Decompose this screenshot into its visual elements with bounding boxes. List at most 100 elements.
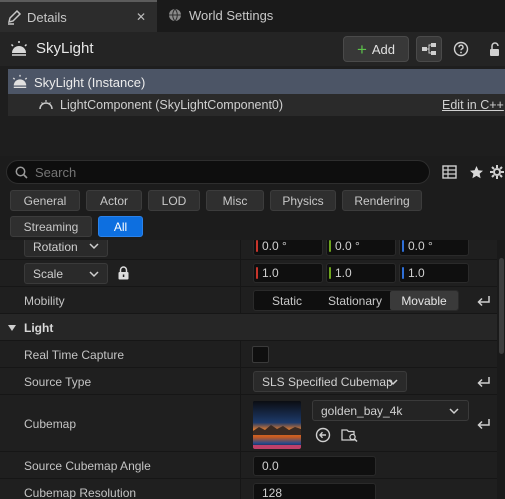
source-type-value: SLS Specified Cubemap [262,374,393,389]
scale-z-field[interactable]: 1.0 [399,263,469,283]
scale-x-field[interactable]: 1.0 [253,263,323,283]
filter-physics[interactable]: Physics [270,190,336,211]
column-divider [240,341,241,367]
search-icon [15,166,28,179]
tab-world-settings[interactable]: World Settings [160,0,290,32]
tree-item-skylight-instance[interactable]: SkyLight (Instance) [8,69,505,94]
use-selected-asset-icon[interactable] [315,427,331,443]
star-icon [469,165,483,178]
column-divider [240,260,241,286]
rotation-y-field[interactable]: 0.0 ° [326,240,396,256]
mobility-movable[interactable]: Movable [390,291,458,310]
filter-lod[interactable]: LOD [148,190,200,211]
source-cubemap-angle-field[interactable]: 0.0 [253,456,376,476]
lock-scale-icon[interactable] [117,266,130,280]
blueprint-button[interactable] [416,36,442,62]
rotation-x-field[interactable]: 0.0 ° [253,240,323,256]
collapse-arrow-icon [7,324,17,332]
tab-details-label: Details [27,10,67,25]
source-cubemap-angle-label: Source Cubemap Angle [24,459,151,473]
cubemap-asset-dropdown[interactable]: golden_bay_4k [312,400,469,421]
column-divider [240,368,241,394]
cubemap-resolution-label: Cubemap Resolution [24,486,137,499]
source-type-dropdown[interactable]: SLS Specified Cubemap [253,371,407,392]
plus-icon: + [356,39,367,59]
close-tab-icon[interactable]: ✕ [136,10,146,24]
add-component-button[interactable]: + Add [343,36,409,62]
real-time-capture-label: Real Time Capture [24,348,125,362]
filter-rendering[interactable]: Rendering [342,190,422,211]
mobility-static[interactable]: Static [254,291,320,310]
light-section-header[interactable]: Light [0,314,497,341]
table-icon [441,165,457,179]
category-filters: General Actor LOD Misc Physics Rendering… [0,188,505,240]
mobility-label: Mobility [24,294,65,308]
scrollbar-thumb[interactable] [499,258,504,354]
tree-item-light-component[interactable]: LightComponent (SkyLightComponent0) Edit… [8,94,505,116]
cubemap-resolution-field[interactable]: 128 [253,483,376,499]
filter-general[interactable]: General [10,190,80,211]
source-cubemap-angle-row: Source Cubemap Angle 0.0 [0,452,497,479]
edit-in-cpp-link[interactable]: Edit in C++ [442,98,504,112]
column-divider [240,479,241,499]
scale-x-value: 1.0 [262,266,279,280]
cubemap-row: Cubemap golden_bay_4k [0,395,497,452]
cubemap-asset-name: golden_bay_4k [321,403,403,418]
help-button[interactable] [448,36,474,62]
x-axis-marker [256,267,258,279]
rotation-mode-dropdown[interactable]: Rotation [24,240,108,257]
cubemap-label: Cubemap [24,417,77,431]
mobility-stationary[interactable]: Stationary [320,291,390,310]
filter-label: Rendering [354,193,410,208]
filter-all[interactable]: All [98,216,143,237]
filter-actor[interactable]: Actor [86,190,142,211]
search-field[interactable] [6,160,430,184]
actor-title: SkyLight [36,40,94,57]
scale-label: Scale [33,266,64,281]
y-axis-marker [329,240,331,252]
reset-to-default-icon[interactable] [476,293,492,309]
filter-misc[interactable]: Misc [206,190,264,211]
filter-label: LOD [161,193,187,208]
rotation-z-field[interactable]: 0.0 ° [399,240,469,256]
scale-mode-dropdown[interactable]: Scale [24,263,108,284]
chevron-down-icon [449,406,459,416]
filter-label: Streaming [23,219,79,234]
reset-to-default-icon[interactable] [476,416,492,432]
unlock-icon [490,42,499,56]
tree-item-label: SkyLight (Instance) [34,75,146,90]
tab-bar: Details ✕ World Settings [0,0,505,32]
mobility-selector: Static Stationary Movable [253,290,459,311]
favorites-button[interactable] [463,159,489,185]
lock-button[interactable] [482,36,505,62]
column-divider [240,395,241,451]
column-divider [240,287,241,313]
chevron-down-icon [89,269,99,279]
source-cubemap-angle-value: 0.0 [262,459,279,473]
scale-y-field[interactable]: 1.0 [326,263,396,283]
add-button-label: Add [371,41,396,57]
filter-streaming[interactable]: Streaming [10,216,92,237]
light-component-icon [38,98,54,112]
tree-item-label: LightComponent (SkyLightComponent0) [60,98,284,112]
search-bar [0,156,505,188]
y-axis-marker [329,267,331,279]
browse-asset-icon[interactable] [341,427,359,443]
skylight-small-icon [12,74,28,90]
tab-details[interactable]: Details ✕ [0,0,157,32]
help-icon [453,41,469,57]
source-type-label: Source Type [24,375,92,389]
filter-label: Actor [99,193,128,208]
chevron-down-icon [89,241,99,251]
search-input[interactable] [35,163,415,181]
scale-y-value: 1.0 [335,266,352,280]
cubemap-thumbnail[interactable] [253,401,301,449]
filter-label: Physics [282,193,324,208]
property-matrix-button[interactable] [436,159,462,185]
filter-label: Misc [222,193,248,208]
reset-to-default-icon[interactable] [476,374,492,390]
globe-icon [168,8,182,22]
filter-label: General [23,193,67,208]
real-time-capture-checkbox[interactable] [252,346,269,363]
settings-button[interactable] [489,159,505,185]
